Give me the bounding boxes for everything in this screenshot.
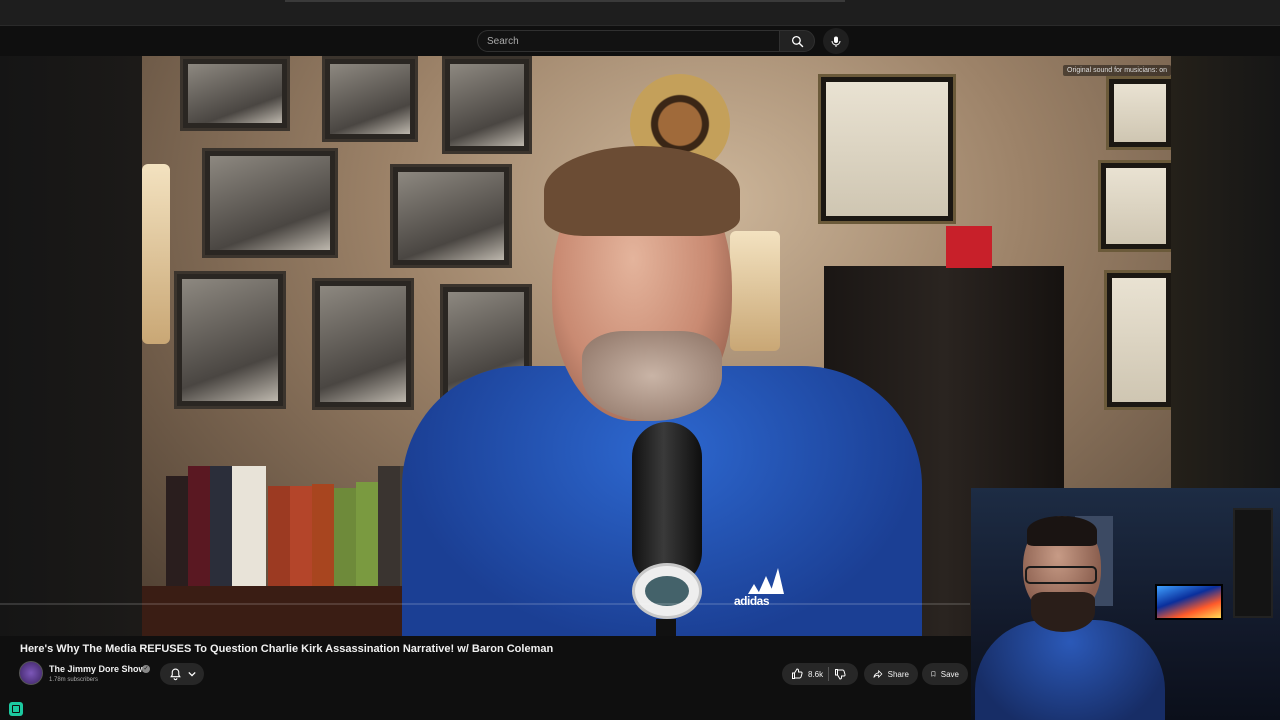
webcam-shelf <box>1233 508 1273 618</box>
save-label: Save <box>940 669 959 679</box>
like-dislike-group: 8.6k <box>782 663 858 685</box>
notification-bell-button[interactable] <box>160 663 204 685</box>
search-icon <box>791 35 803 47</box>
masthead: Search <box>0 26 1280 56</box>
thumbs-down-icon[interactable] <box>834 668 846 680</box>
video-title: Here's Why The Media REFUSES To Question… <box>20 643 554 655</box>
tab-highlight <box>285 0 845 2</box>
photo-frame <box>174 271 286 409</box>
host-hair <box>544 146 740 236</box>
diploma-frame <box>818 74 956 224</box>
ambient-left <box>0 56 142 636</box>
microphone-stand <box>656 619 676 636</box>
streamer-beard <box>1031 592 1095 632</box>
chevron-down-icon <box>187 671 196 677</box>
subscriber-count: 1.78m subscribers <box>49 677 99 683</box>
ambient-right <box>1171 56 1280 488</box>
photo-frame <box>322 56 418 142</box>
photo-frame <box>390 164 512 268</box>
streamer-hair <box>1027 516 1097 546</box>
diploma-frame <box>1104 270 1171 410</box>
like-count[interactable]: 8.6k <box>808 670 823 679</box>
streamer-jacket <box>975 620 1165 720</box>
red-sign <box>946 226 992 268</box>
brand-text: adidas <box>734 594 770 608</box>
channel-name[interactable]: The Jimmy Dore Show <box>49 664 146 674</box>
brand-logo: adidas <box>734 568 794 608</box>
webcam-tv-screen <box>1155 584 1223 620</box>
bell-icon <box>169 668 181 680</box>
photo-frame <box>312 278 414 410</box>
photo-frame <box>202 148 338 258</box>
share-icon <box>873 669 883 679</box>
channel-avatar[interactable] <box>19 661 43 685</box>
photo-frame <box>180 56 290 131</box>
microphone-icon <box>831 36 841 47</box>
webcam-overlay <box>971 488 1280 720</box>
host-beard <box>582 331 722 421</box>
share-button[interactable]: Share <box>864 663 918 685</box>
diploma-frame <box>1106 76 1171 150</box>
taskbar-app-icon[interactable] <box>9 702 23 716</box>
lamp <box>142 164 170 344</box>
streamer-glasses <box>1025 566 1097 584</box>
save-button[interactable]: Save <box>922 663 968 685</box>
browser-tab-strip <box>0 0 1280 26</box>
diploma-frame <box>1098 160 1171 252</box>
audio-mode-badge: Original sound for musicians: on <box>1063 65 1171 76</box>
bookmark-icon <box>931 671 936 677</box>
like-divider <box>828 667 830 681</box>
share-label: Share <box>887 669 909 679</box>
video-progress-bar[interactable] <box>0 603 970 605</box>
voice-search-button[interactable] <box>823 28 849 54</box>
lamp <box>730 231 780 351</box>
microphone-badge <box>632 563 702 619</box>
verified-icon: ✓ <box>142 665 150 673</box>
shelf <box>142 586 442 636</box>
search-button[interactable] <box>779 30 815 52</box>
photo-frame <box>442 56 532 154</box>
thumbs-up-icon[interactable] <box>791 668 803 680</box>
search-input[interactable]: Search <box>477 30 779 52</box>
